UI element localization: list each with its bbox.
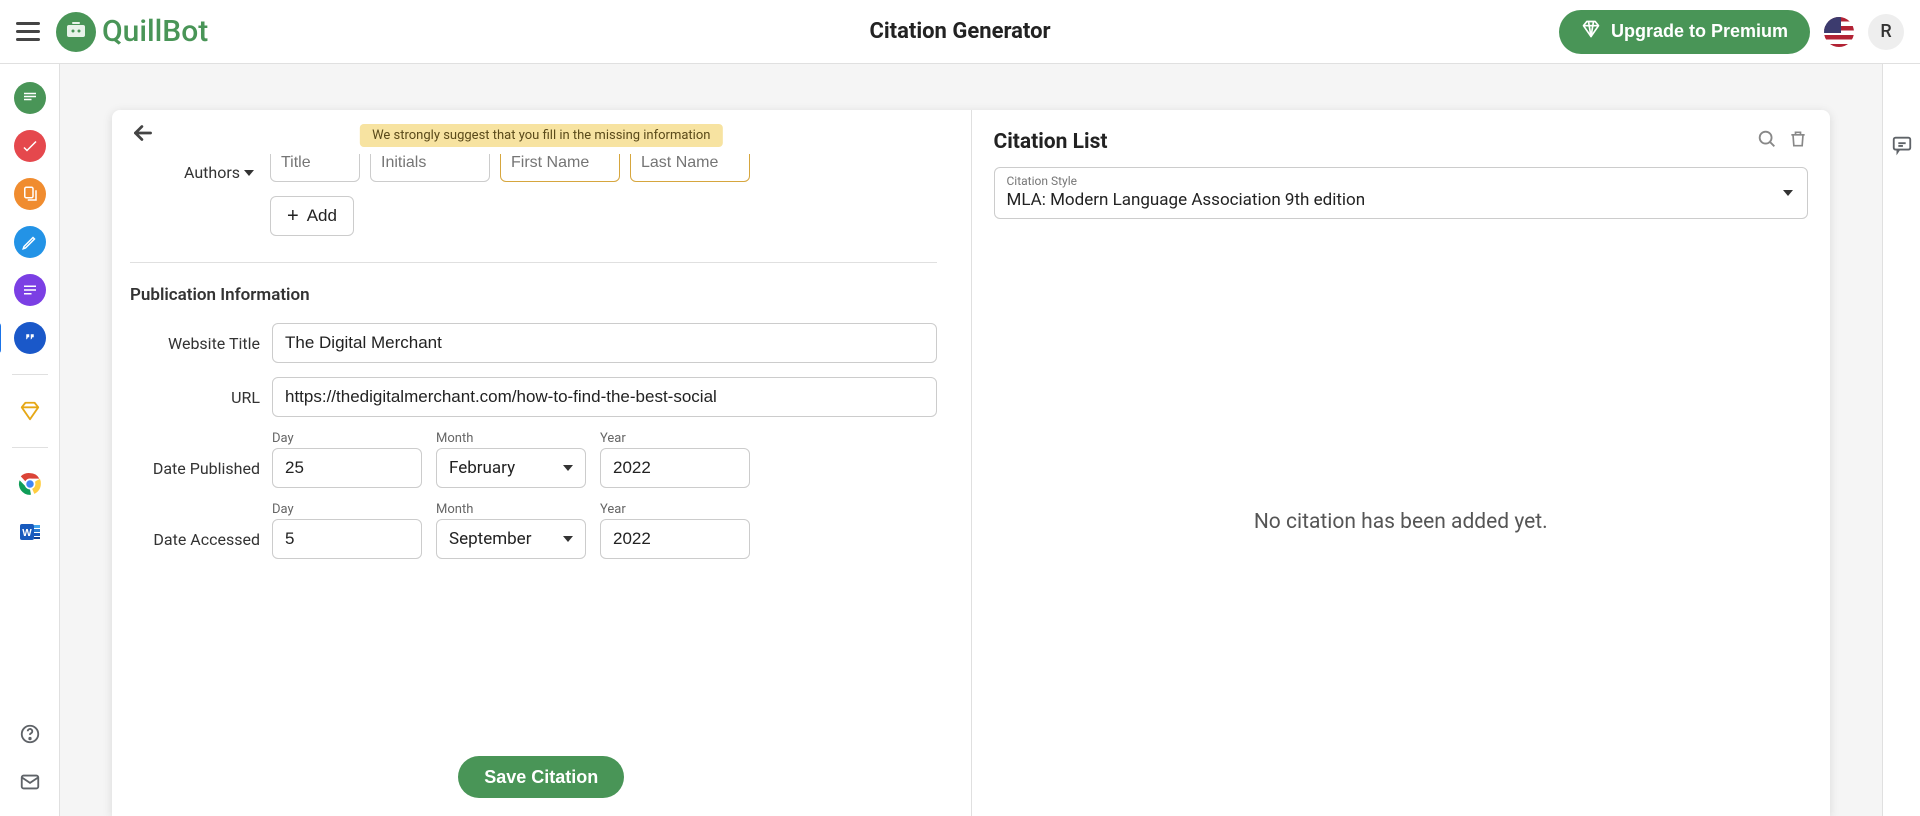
feedback-icon[interactable] (1891, 134, 1913, 816)
brand-logo[interactable]: QuillBot (56, 12, 208, 52)
contact-icon[interactable] (14, 766, 46, 798)
citation-list-empty: No citation has been added yet. (972, 227, 1831, 816)
upgrade-label: Upgrade to Premium (1611, 21, 1788, 42)
website-title-input[interactable] (272, 323, 937, 363)
cowriter-icon[interactable] (14, 226, 46, 258)
paraphraser-icon[interactable] (14, 82, 46, 114)
pub-year-input[interactable] (600, 448, 750, 488)
language-flag-icon[interactable] (1824, 17, 1854, 47)
acc-month-select[interactable]: September (436, 519, 586, 559)
help-icon[interactable] (14, 718, 46, 750)
premium-icon[interactable] (14, 395, 46, 427)
pub-month-label: Month (436, 431, 586, 446)
pub-month-select[interactable]: February (436, 448, 586, 488)
chevron-down-icon (563, 465, 573, 471)
workspace: We strongly suggest that you fill in the… (60, 64, 1882, 816)
word-extension-icon[interactable]: W (14, 516, 46, 548)
date-published-label: Date Published (130, 459, 260, 488)
chevron-down-icon (1783, 190, 1793, 196)
brand-name: QuillBot (102, 14, 208, 49)
grammar-checker-icon[interactable] (14, 130, 46, 162)
page-title: Citation Generator (869, 19, 1050, 44)
website-title-label: Website Title (130, 334, 260, 353)
publication-section-title: Publication Information (130, 285, 937, 305)
acc-day-label: Day (272, 502, 422, 517)
brand-mark-icon (56, 12, 96, 52)
search-icon[interactable] (1756, 128, 1778, 155)
add-author-button[interactable]: + Add (270, 196, 354, 236)
citation-style-label: Citation Style (1007, 174, 1796, 188)
chrome-extension-icon[interactable] (14, 468, 46, 500)
acc-year-input[interactable] (600, 519, 750, 559)
upgrade-button[interactable]: Upgrade to Premium (1559, 10, 1810, 54)
save-citation-button[interactable]: Save Citation (458, 756, 624, 798)
url-label: URL (130, 388, 260, 407)
pub-day-label: Day (272, 431, 422, 446)
author-last-name-input[interactable] (630, 154, 750, 182)
citation-style-select[interactable]: Citation Style MLA: Modern Language Asso… (994, 167, 1809, 219)
pub-year-label: Year (600, 431, 750, 446)
author-initials-input[interactable] (370, 154, 490, 182)
pub-day-input[interactable] (272, 448, 422, 488)
url-input[interactable] (272, 377, 937, 417)
citation-list-title: Citation List (994, 130, 1108, 154)
menu-button[interactable] (16, 20, 40, 44)
citation-style-value: MLA: Modern Language Association 9th edi… (1007, 190, 1796, 210)
diamond-icon (1581, 19, 1601, 44)
tool-rail: W (0, 64, 60, 816)
trash-icon[interactable] (1788, 129, 1808, 154)
chevron-down-icon (244, 170, 254, 176)
user-avatar[interactable]: R (1868, 14, 1904, 50)
summarizer-icon[interactable] (14, 274, 46, 306)
acc-day-input[interactable] (272, 519, 422, 559)
acc-month-label: Month (436, 502, 586, 517)
citation-generator-icon[interactable] (14, 322, 46, 354)
app-header: QuillBot Citation Generator Upgrade to P… (0, 0, 1920, 64)
add-author-label: Add (307, 206, 337, 226)
citation-list-pane: Citation List Citation Style MLA: Modern… (972, 110, 1831, 816)
authors-label: Authors (130, 163, 260, 182)
missing-info-hint: We strongly suggest that you fill in the… (360, 124, 722, 147)
svg-text:W: W (22, 528, 32, 539)
acc-year-label: Year (600, 502, 750, 517)
date-accessed-label: Date Accessed (130, 530, 260, 559)
feedback-rail (1882, 64, 1920, 816)
author-title-input[interactable] (270, 154, 360, 182)
plagiarism-icon[interactable] (14, 178, 46, 210)
citation-form-pane: We strongly suggest that you fill in the… (112, 110, 972, 816)
plus-icon: + (287, 206, 299, 226)
author-first-name-input[interactable] (500, 154, 620, 182)
chevron-down-icon (563, 536, 573, 542)
